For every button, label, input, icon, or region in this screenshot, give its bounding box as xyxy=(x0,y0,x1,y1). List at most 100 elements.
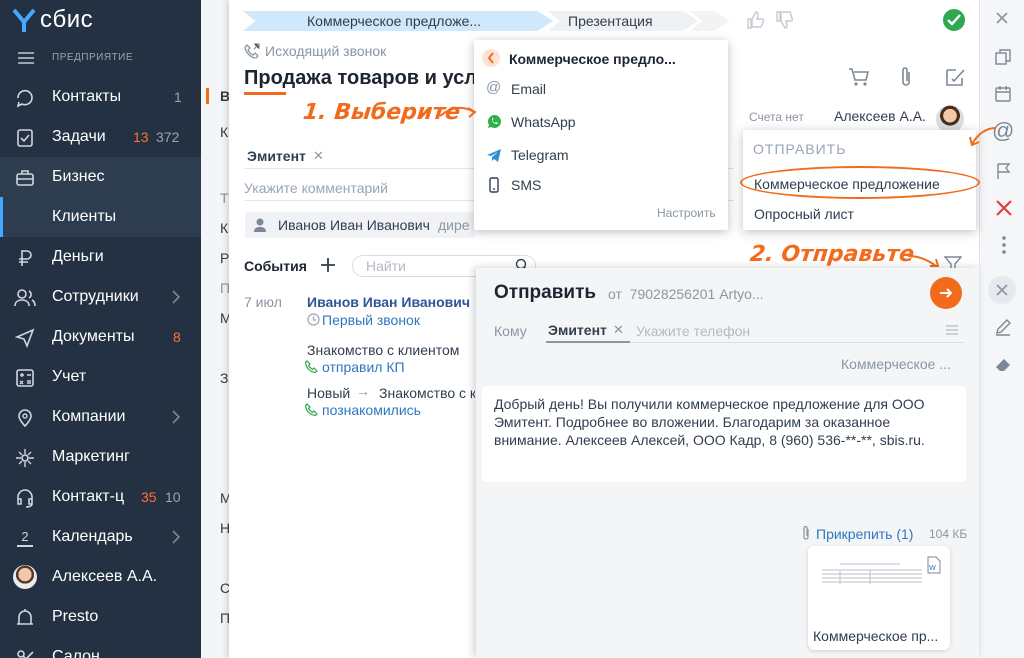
logo-text[interactable]: сбис xyxy=(40,6,93,34)
channel-label: Telegram xyxy=(511,147,569,163)
sidebar: сбис ПРЕДПРИЯТИЕ Контакты 1 Задачи 13 37… xyxy=(0,0,201,658)
nav-employees[interactable]: Сотрудники xyxy=(0,277,201,317)
event-step2-sub[interactable]: познакомились xyxy=(322,402,421,418)
channel-email[interactable]: @ Email xyxy=(474,74,728,104)
org-label[interactable]: ПРЕДПРИЯТИЕ xyxy=(52,52,133,63)
menu-icon[interactable] xyxy=(18,52,34,64)
list-icon[interactable] xyxy=(945,325,959,335)
edit-document-icon[interactable] xyxy=(944,66,966,88)
event-step1-sub[interactable]: отправил КП xyxy=(322,359,405,375)
stage-presentation[interactable]: Презентация xyxy=(548,11,698,31)
configure-link[interactable]: Настроить xyxy=(657,206,716,220)
channel-whatsapp[interactable]: WhatsApp xyxy=(474,107,728,137)
cart-icon[interactable] xyxy=(848,67,870,87)
close-icon[interactable] xyxy=(995,283,1009,297)
nav-marketing[interactable]: Маркетинг xyxy=(0,437,201,477)
remove-tag-icon[interactable]: ✕ xyxy=(313,148,324,164)
contact-center-icon xyxy=(14,487,36,509)
highlight-ellipse xyxy=(740,166,980,199)
event-person[interactable]: Иванов Иван Иванович xyxy=(307,294,470,310)
nav-business[interactable]: Бизнес xyxy=(0,157,201,197)
attach-link[interactable]: Прикрепить (1) xyxy=(816,526,913,542)
delete-icon[interactable] xyxy=(995,199,1013,217)
more-icon[interactable] xyxy=(1002,235,1006,255)
close-icon[interactable] xyxy=(994,10,1010,26)
phone-icon xyxy=(305,360,318,373)
stage-label: Презентация xyxy=(568,13,653,29)
nav-contacts[interactable]: Контакты 1 xyxy=(0,77,201,117)
nav-money[interactable]: Деньги xyxy=(0,237,201,277)
copy-icon[interactable] xyxy=(994,48,1012,66)
events-label: События xyxy=(244,258,307,274)
nav-presto[interactable]: Presto xyxy=(0,597,201,637)
pen-icon[interactable] xyxy=(994,318,1012,336)
calendar-icon[interactable] xyxy=(994,85,1012,103)
arrow-right-icon[interactable] xyxy=(938,285,954,301)
channel-label: WhatsApp xyxy=(511,114,576,130)
nav-label: Салон xyxy=(52,648,100,658)
nav-label: Бизнес xyxy=(52,168,105,185)
deal-title[interactable]: Продажа товаров и усл xyxy=(244,67,476,90)
sbis-logo-icon[interactable] xyxy=(12,8,36,34)
nav-profile[interactable]: Алексеев А.А. xyxy=(0,557,201,597)
attachment-name: Коммерческое пр... xyxy=(813,628,939,644)
thumbs-up-icon[interactable] xyxy=(746,10,766,30)
manager-name[interactable]: Алексеев А.А. xyxy=(834,108,926,124)
nav-label: Presto xyxy=(52,608,99,625)
svg-text:W: W xyxy=(929,564,936,572)
contact-name[interactable]: Иванов Иван Иванович xyxy=(278,217,430,233)
call-type: Исходящий звонок xyxy=(265,43,387,59)
recipient-tag[interactable]: Эмитент xyxy=(548,322,607,338)
list-marker xyxy=(206,88,209,104)
nav-calendar[interactable]: 2 Календарь xyxy=(0,517,201,557)
issuer-tag[interactable]: Эмитент xyxy=(247,148,306,164)
clock-icon xyxy=(307,313,320,326)
stage-commercial-offer[interactable]: Коммерческое предложе... xyxy=(243,11,553,31)
menu-item-questionnaire[interactable]: Опросный лист xyxy=(743,200,976,228)
recipient-underline xyxy=(546,341,630,343)
add-event-icon[interactable] xyxy=(318,255,338,275)
nav-label: Учет xyxy=(52,368,87,385)
send-menu-title: ОТПРАВИТЬ xyxy=(753,141,847,157)
complete-check-icon[interactable] xyxy=(943,9,965,31)
nav-label: Маркетинг xyxy=(52,448,130,465)
presto-icon xyxy=(14,607,36,629)
nav-documents[interactable]: Документы 8 xyxy=(0,317,201,357)
thumbs-down-icon[interactable] xyxy=(775,10,795,30)
nav-tasks[interactable]: Задачи 13 372 xyxy=(0,117,201,157)
chevron-right-icon[interactable] xyxy=(168,528,184,546)
channel-telegram[interactable]: Telegram xyxy=(474,140,728,170)
nav-label: Алексеев А.А. xyxy=(52,568,158,585)
chevron-right-icon[interactable] xyxy=(168,288,184,306)
word-file-icon: W xyxy=(926,556,942,574)
callout-step2: 2. Отправьте xyxy=(748,242,916,267)
sender-number[interactable]: от 79028256201 Artyo... xyxy=(608,286,764,302)
nav-salon[interactable]: Салон xyxy=(0,637,201,658)
nav-label: Документы xyxy=(52,328,135,345)
nav-label: Календарь xyxy=(52,528,133,545)
invoices-status[interactable]: Счета нет xyxy=(749,110,804,124)
document-preview-icon xyxy=(820,560,930,590)
paperclip-icon[interactable] xyxy=(898,66,914,88)
eraser-icon[interactable] xyxy=(994,355,1012,373)
remove-recipient-icon[interactable]: ✕ xyxy=(613,322,624,338)
flag-icon[interactable] xyxy=(995,162,1013,180)
event-call[interactable]: Первый звонок xyxy=(322,312,420,328)
nav-accounting[interactable]: Учет xyxy=(0,357,201,397)
phone-input[interactable]: Укажите телефон xyxy=(636,323,750,339)
chevron-left-icon[interactable] xyxy=(486,51,496,65)
dropdown-title: Коммерческое предло... xyxy=(509,51,676,67)
comment-input[interactable]: Укажите комментарий xyxy=(244,180,388,196)
template-selector[interactable]: Коммерческое ... xyxy=(841,356,951,372)
paperclip-icon[interactable] xyxy=(800,525,812,541)
chevron-right-icon[interactable] xyxy=(168,408,184,426)
channel-sms[interactable]: SMS xyxy=(474,170,728,200)
nav-label: Контакты xyxy=(52,88,122,105)
nav-clients[interactable]: Клиенты xyxy=(0,197,201,237)
channel-label: Email xyxy=(511,81,547,97)
nav-companies[interactable]: Компании xyxy=(0,397,201,437)
person-icon xyxy=(253,217,267,233)
nav-contact-center[interactable]: Контакт-ц 35 10 xyxy=(0,477,201,517)
message-text[interactable]: Добрый день! Вы получили коммерческое пр… xyxy=(494,395,956,449)
manager-avatar[interactable] xyxy=(936,105,964,133)
